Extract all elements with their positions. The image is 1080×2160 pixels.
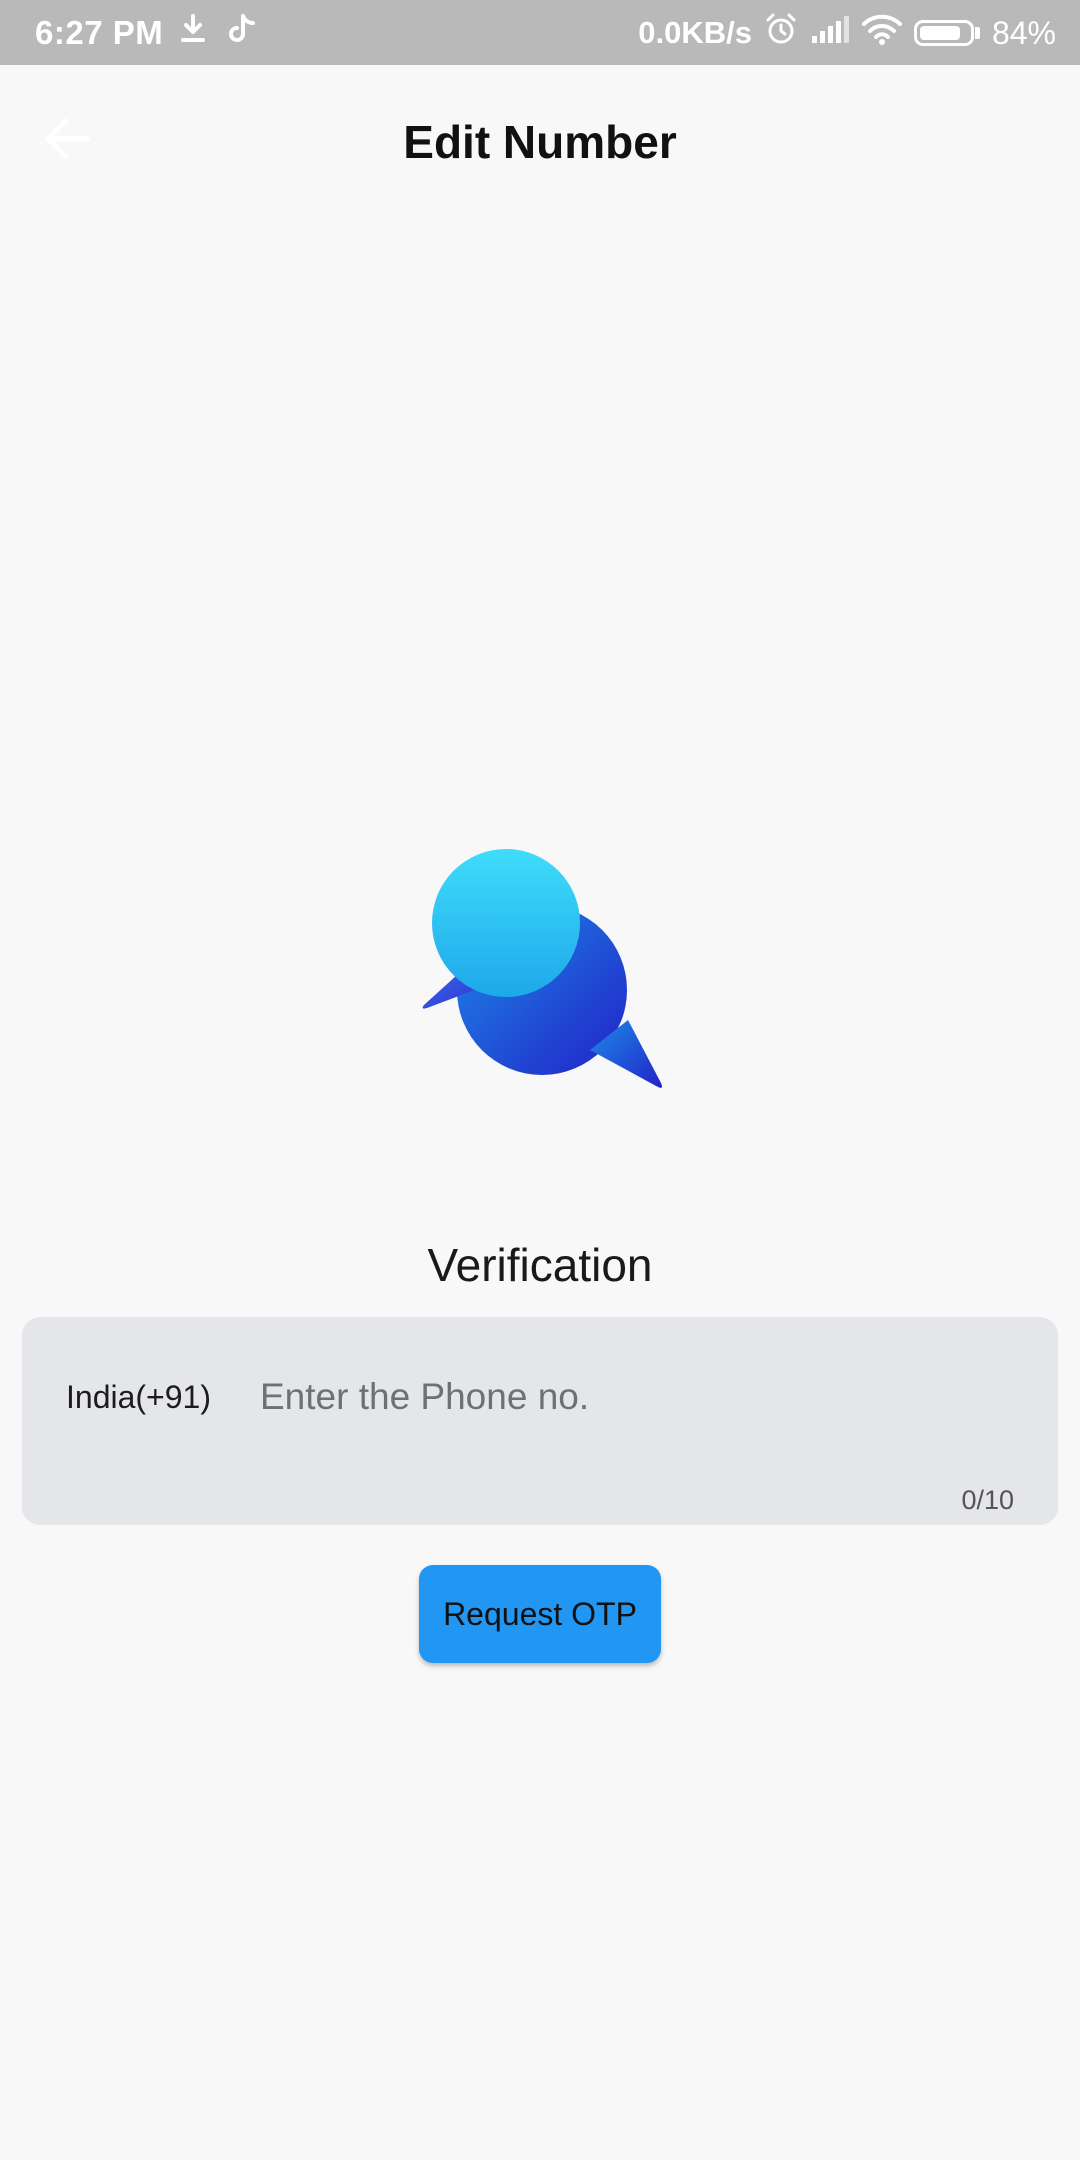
phone-field[interactable]: India(+91) 0/10 — [22, 1317, 1058, 1525]
battery-cap — [974, 27, 980, 39]
status-bar: 6:27 PM 0.0KB/s 84% — [0, 0, 1080, 65]
wifi-icon — [861, 13, 902, 53]
signal-icon — [810, 14, 850, 52]
chat-bubbles-icon — [418, 845, 668, 1095]
download-icon — [180, 14, 206, 52]
status-time: 6:27 PM — [35, 14, 164, 51]
battery-body — [913, 20, 974, 46]
app-bar: Edit Number — [0, 65, 1080, 220]
request-otp-button[interactable]: Request OTP — [419, 1565, 661, 1663]
battery-percent: 84% — [991, 14, 1056, 51]
net-speed: 0.0KB/s — [638, 15, 752, 50]
alarm-icon — [764, 12, 798, 54]
tiktok-icon — [228, 13, 256, 53]
country-code-prefix: India(+91) — [66, 1379, 211, 1415]
phone-input[interactable] — [260, 1369, 1020, 1425]
page-title: Edit Number — [403, 116, 677, 168]
battery-icon — [913, 20, 980, 46]
status-right: 0.0KB/s 84% — [638, 12, 1056, 54]
status-left-icons — [180, 13, 256, 53]
verification-title: Verification — [427, 1239, 653, 1291]
char-counter: 0/10 — [961, 1485, 1014, 1515]
battery-fill — [919, 26, 960, 40]
